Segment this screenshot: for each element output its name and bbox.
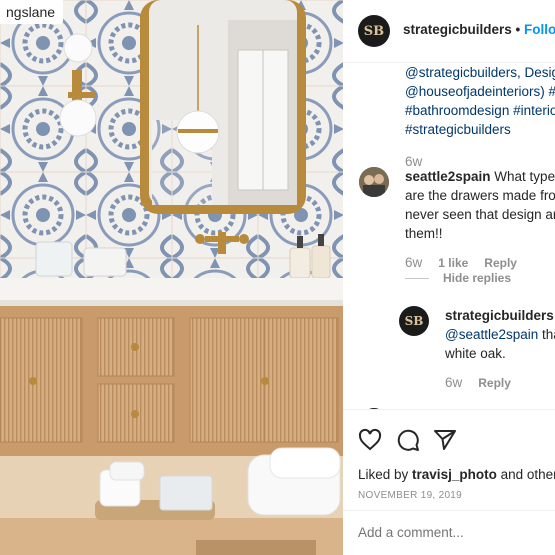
avatar[interactable] (359, 167, 389, 197)
header-user: strategicbuilders • Follow (403, 22, 555, 37)
share-icon[interactable] (433, 428, 457, 452)
reply-button[interactable]: Reply (478, 376, 511, 390)
caption-line[interactable]: @strategicbuilders, Desig (405, 63, 555, 82)
comment-icon[interactable] (396, 428, 420, 452)
bathroom-vanity-image (0, 0, 343, 555)
post-header: SB strategicbuilders • Follow (343, 0, 555, 63)
caption-line[interactable]: @houseofjadeinteriors) # (405, 82, 555, 101)
caption-line[interactable]: #strategicbuilders (405, 120, 555, 139)
liked-suffix[interactable]: and other (497, 467, 555, 482)
liked-prefix: Liked by (358, 467, 413, 482)
add-comment-bar (343, 510, 555, 555)
post-photo[interactable]: ngslane (0, 0, 343, 555)
reply-meta: 6w Reply (445, 373, 555, 393)
hide-replies-button[interactable]: Hide replies (405, 271, 511, 285)
post-date[interactable]: NOVEMBER 19, 2019 (358, 490, 462, 501)
liked-user-link[interactable]: travisj_photo (412, 467, 497, 482)
follow-button[interactable]: Follow (524, 22, 555, 37)
separator-dot: • (511, 22, 525, 37)
comment-likes[interactable]: 1 like (438, 256, 468, 270)
reply-text: white oak. (445, 346, 506, 361)
caption-line[interactable]: #bathroomdesign #interio (405, 101, 555, 120)
comments-list[interactable]: @strategicbuilders, Desig @houseofjadein… (343, 63, 555, 409)
hide-replies-label: Hide replies (443, 271, 512, 285)
post-caption: @strategicbuilders, Desig @houseofjadein… (405, 63, 555, 171)
heart-icon[interactable] (358, 428, 382, 452)
comment-text: never seen that design ar (405, 207, 555, 222)
username-link[interactable]: strategicbuilders (403, 22, 512, 37)
reply-username[interactable]: strategicbuilders (445, 306, 555, 325)
comment-text: What type (490, 169, 555, 184)
post-side-panel: SB strategicbuilders • Follow @strategic… (343, 0, 555, 555)
photo-tag-label[interactable]: ngslane (0, 0, 64, 24)
reply-button[interactable]: Reply (484, 256, 517, 270)
comment-text: them!! (405, 226, 443, 241)
comment-meta: 6w 1 like Reply (405, 253, 555, 273)
likes-summary: Liked by travisj_photo and other (358, 467, 555, 482)
post-actions: Liked by travisj_photo and other NOVEMBE… (343, 409, 555, 555)
reply-comment: strategicbuilders @seattle2spain tha whi… (445, 306, 555, 393)
comment-text: are the drawers made fro (405, 188, 555, 203)
comment: seattle2spain What type are the drawers … (405, 167, 555, 273)
add-comment-input[interactable] (358, 525, 548, 540)
reply-text: tha (542, 327, 555, 342)
divider-line (405, 278, 429, 280)
comment-username[interactable]: seattle2spain (405, 169, 491, 184)
avatar[interactable]: SB (358, 15, 390, 47)
user-photo-icon (359, 167, 389, 197)
mention-link[interactable]: @seattle2spain (445, 327, 538, 342)
comment-time[interactable]: 6w (405, 255, 422, 270)
reply-time[interactable]: 6w (445, 375, 462, 390)
avatar[interactable]: SB (399, 306, 429, 336)
